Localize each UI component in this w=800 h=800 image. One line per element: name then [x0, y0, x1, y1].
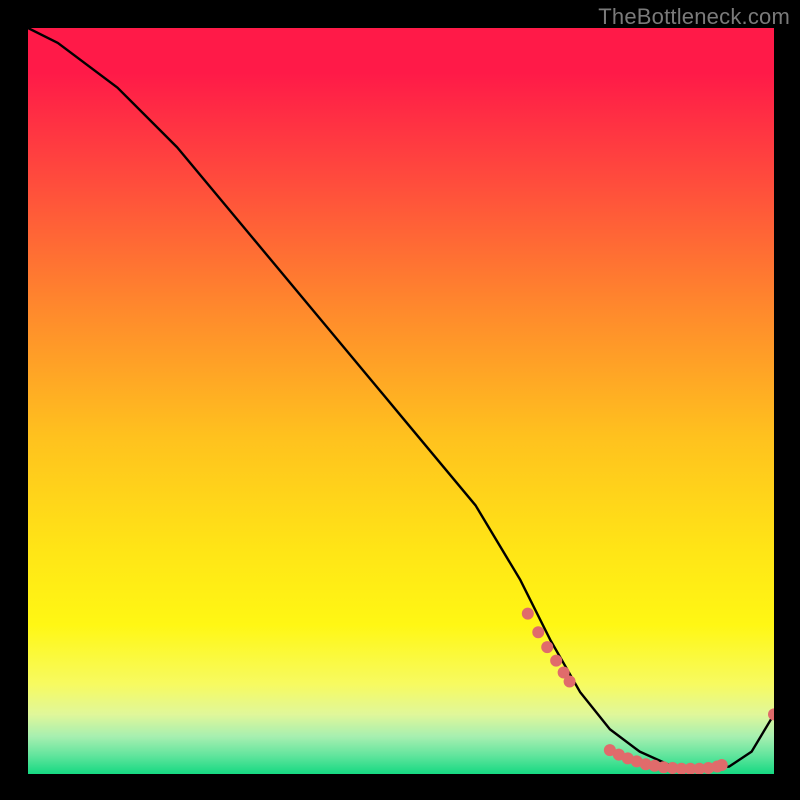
- data-point: [716, 759, 728, 771]
- data-point: [541, 641, 553, 653]
- plot-svg: [28, 28, 774, 774]
- chart-frame: TheBottleneck.com: [0, 0, 800, 800]
- curve-path: [28, 28, 774, 770]
- watermark-label: TheBottleneck.com: [598, 4, 790, 30]
- data-point: [768, 708, 774, 720]
- data-point: [532, 626, 544, 638]
- plot-area: [28, 28, 774, 774]
- data-point: [564, 676, 576, 688]
- data-point: [522, 608, 534, 620]
- data-point: [550, 655, 562, 667]
